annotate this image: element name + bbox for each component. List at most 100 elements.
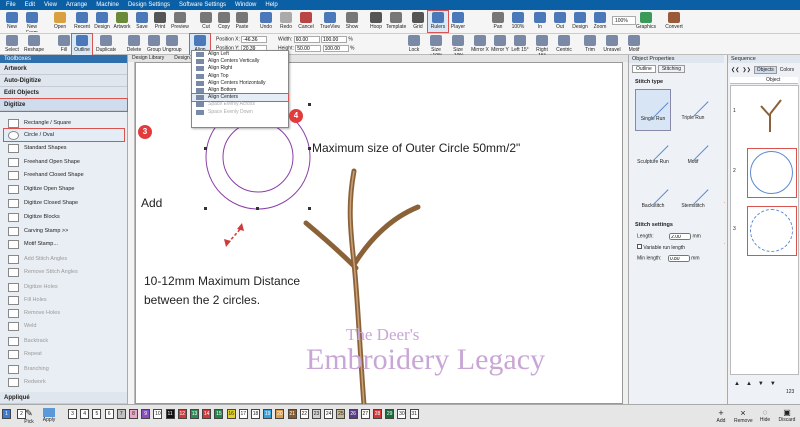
apply-button[interactable]: Apply bbox=[40, 408, 58, 423]
sequence-thumb-inner-circle[interactable] bbox=[747, 206, 797, 256]
color-swatch[interactable]: 8 bbox=[129, 409, 138, 419]
tab-design1[interactable]: Design1 bbox=[174, 55, 192, 62]
menu-help[interactable]: Help bbox=[265, 2, 277, 8]
color-swatch[interactable]: 5 bbox=[92, 409, 102, 419]
tool-remove-stitch-angles[interactable]: Remove Stitch Angles bbox=[4, 266, 124, 278]
toolbar-motif-button[interactable]: Motif bbox=[624, 34, 644, 55]
toolbar-print-button[interactable]: Print bbox=[150, 11, 170, 32]
toolbar-mirror-y-button[interactable]: Mirror Y bbox=[490, 34, 510, 55]
tool-digitize-open-shape[interactable]: Digitize Open Shape bbox=[4, 183, 124, 195]
tool-freehand-closed-shape[interactable]: Freehand Closed Shape bbox=[4, 169, 124, 181]
toolbar-group-button[interactable]: Group bbox=[144, 34, 164, 55]
stitch-triple-run[interactable]: Triple Run bbox=[675, 86, 711, 131]
toolbar-trim-button[interactable]: Trim bbox=[580, 34, 600, 55]
color-swatch[interactable]: 22 bbox=[299, 409, 309, 419]
color-swatch[interactable]: 17 bbox=[238, 409, 248, 419]
color-swatch[interactable]: 24 bbox=[324, 409, 334, 419]
toolbar-design-button[interactable]: Design bbox=[92, 11, 112, 32]
color-swatch[interactable]: 19 bbox=[263, 409, 273, 419]
color-swatch[interactable]: 20 bbox=[275, 409, 285, 419]
toolbar-artwork-button[interactable]: Artwork bbox=[112, 11, 132, 32]
tool-branching[interactable]: Branching bbox=[4, 363, 124, 375]
tool-digitize-closed-shape[interactable]: Digitize Closed Shape bbox=[4, 197, 124, 209]
add-color-button[interactable]: + Add bbox=[712, 408, 730, 424]
height-percent-input[interactable] bbox=[322, 45, 349, 52]
toolbar-in-button[interactable]: In bbox=[530, 11, 550, 32]
category-digitize[interactable]: Digitize bbox=[0, 98, 128, 112]
color-swatch[interactable]: 27 bbox=[360, 409, 370, 419]
color-swatch[interactable]: 30 bbox=[397, 409, 407, 419]
menu-software-settings[interactable]: Software Settings bbox=[179, 2, 226, 8]
color-swatch[interactable]: 11 bbox=[165, 409, 175, 419]
stitch-motif[interactable]: Motif bbox=[675, 130, 711, 175]
width-percent-input[interactable] bbox=[320, 36, 347, 43]
color-swatch[interactable]: 16 bbox=[226, 409, 236, 419]
color-swatch[interactable]: 7 bbox=[116, 409, 126, 419]
variable-run-checkbox[interactable] bbox=[637, 244, 642, 249]
toolbar-new-from-button[interactable]: New From bbox=[22, 11, 42, 32]
tool-weld[interactable]: Weld bbox=[4, 320, 124, 332]
toolbar-show-button[interactable]: Show bbox=[342, 11, 362, 32]
tool-backtrack[interactable]: Backtrack bbox=[4, 335, 124, 347]
menu-window[interactable]: Window bbox=[235, 2, 256, 8]
remove-color-button[interactable]: × Remove bbox=[734, 408, 753, 424]
sequence-nav-icons[interactable]: ▲▲▼▼ bbox=[734, 381, 782, 387]
toolbar-convert-button[interactable]: Convert bbox=[664, 11, 684, 32]
toolbar-rulers-button[interactable]: Rulers bbox=[427, 10, 449, 33]
toolbar-size-10--button[interactable]: Size +10% bbox=[426, 34, 446, 55]
stitch-backstitch[interactable]: Backstitch bbox=[635, 174, 671, 219]
menu-arrange[interactable]: Arrange bbox=[66, 2, 87, 8]
toolbar-trueview-button[interactable]: TrueView bbox=[320, 11, 340, 32]
menu-align-bottom[interactable]: Align Bottom bbox=[192, 87, 288, 94]
menu-file[interactable]: File bbox=[6, 2, 16, 8]
menu-machine[interactable]: Machine bbox=[96, 2, 119, 8]
toolbar-new-button[interactable]: New bbox=[2, 11, 22, 32]
color-swatch[interactable]: 13 bbox=[190, 409, 199, 419]
toolbar-right-15--button[interactable]: Right 15° bbox=[532, 34, 552, 55]
category-artwork[interactable]: Artwork bbox=[0, 63, 127, 75]
toolbar-cancel-button[interactable]: Cancel bbox=[296, 11, 316, 32]
color-swatch[interactable]: 3 bbox=[68, 409, 77, 419]
color-swatch[interactable]: 29 bbox=[385, 409, 395, 419]
tool-carving-stamp[interactable]: Carving Stamp >> bbox=[4, 225, 124, 237]
toolbar-preview-button[interactable]: Preview bbox=[170, 11, 190, 32]
tool-standard-shapes[interactable]: Standard Shapes bbox=[4, 142, 124, 154]
toolbar-template-button[interactable]: Template bbox=[386, 11, 406, 32]
toolbar-ungroup-button[interactable]: Ungroup bbox=[162, 34, 182, 55]
tool-digitize-blocks[interactable]: Digitize Blocks bbox=[4, 211, 124, 223]
color-swatch[interactable]: 10 bbox=[153, 409, 163, 419]
toolbar-delete-button[interactable]: Delete bbox=[124, 34, 144, 55]
position-x-input[interactable] bbox=[241, 36, 268, 43]
toolbar-centric-button[interactable]: Centric bbox=[554, 34, 574, 55]
tab-outline[interactable]: Outline bbox=[632, 65, 656, 73]
tool-redwork[interactable]: Redwork bbox=[4, 376, 124, 388]
color-swatch[interactable]: 28 bbox=[373, 409, 382, 419]
menu-align-centers-vertically[interactable]: Align Centers Vertically bbox=[192, 58, 288, 65]
toolbar-undo-button[interactable]: Undo bbox=[256, 11, 276, 32]
toolbar-design-button[interactable]: Design bbox=[570, 11, 590, 32]
color-swatch[interactable]: 2 bbox=[17, 409, 26, 419]
inner-circle[interactable] bbox=[222, 121, 294, 193]
tab-stitching[interactable]: Stitching bbox=[657, 65, 686, 73]
category-auto-digitize[interactable]: Auto-Digitize bbox=[0, 75, 127, 87]
toolbar-outline-button[interactable]: Outline bbox=[71, 33, 93, 56]
sequence-thumb-outer-circle[interactable] bbox=[747, 148, 797, 198]
menu-align-centers-horizontally[interactable]: Align Centers Horizontally bbox=[192, 80, 288, 87]
color-swatch[interactable]: 4 bbox=[80, 409, 90, 419]
tool-remove-holes[interactable]: Remove Holes bbox=[4, 307, 124, 319]
toolbar-copy-button[interactable]: Copy bbox=[214, 11, 234, 32]
toolbar-fill-button[interactable]: Fill bbox=[54, 34, 74, 55]
tool-add-stitch-angles[interactable]: Add Stitch Angles bbox=[4, 253, 124, 265]
width-input[interactable] bbox=[293, 36, 320, 43]
toolbar-unravel-button[interactable]: Unravel bbox=[602, 34, 622, 55]
category-applique[interactable]: Appliqué bbox=[0, 392, 127, 404]
menu-align-right[interactable]: Align Right bbox=[192, 65, 288, 72]
color-swatch[interactable]: 1 bbox=[2, 409, 11, 419]
toolbar-graphics-button[interactable]: Graphics bbox=[636, 11, 656, 32]
toolbar-select-button[interactable]: Select bbox=[2, 34, 22, 55]
discard-button[interactable]: ▣ Discard bbox=[778, 408, 796, 423]
color-swatch[interactable]: 21 bbox=[287, 409, 297, 419]
toolbar-duplicate-button[interactable]: Duplicate bbox=[96, 34, 116, 55]
color-swatch[interactable]: 15 bbox=[214, 409, 224, 419]
toolbar-recent-button[interactable]: Recent bbox=[72, 11, 92, 32]
